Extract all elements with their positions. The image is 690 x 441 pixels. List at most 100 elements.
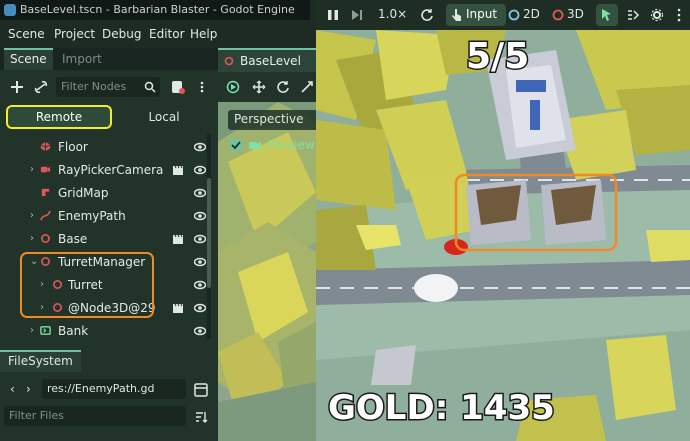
node3d-icon	[224, 56, 234, 66]
tree-label: EnemyPath	[58, 209, 126, 223]
filesystem-path-field[interactable]: res://EnemyPath.gd	[42, 379, 186, 399]
mode-3d-button[interactable]: 3D	[567, 7, 584, 21]
wave-counter: 5/5	[464, 35, 530, 79]
local-button[interactable]: Local	[116, 105, 212, 129]
reset-icon[interactable]	[420, 8, 434, 22]
remote-local-switch: Remote Local	[0, 103, 218, 131]
menu-help[interactable]: Help	[190, 27, 217, 41]
remote-button[interactable]: Remote	[6, 105, 112, 129]
eye-icon[interactable]	[194, 279, 206, 291]
scene-tree: Floor › RayPickerCamera GridMap › EnemyP…	[0, 134, 208, 344]
camera-icon	[249, 142, 261, 150]
list-select-icon[interactable]	[626, 8, 640, 22]
chevron-right-icon[interactable]: ›	[30, 164, 34, 175]
eye-icon[interactable]	[194, 141, 206, 153]
filesystem-dock: FileSystem ‹ › res://EnemyPath.gd Filter…	[0, 350, 218, 441]
eye-icon[interactable]	[194, 325, 206, 337]
eye-icon[interactable]	[194, 233, 206, 245]
back-arrow-icon[interactable]: ‹	[10, 382, 15, 396]
label-icon	[40, 326, 51, 335]
eye-icon[interactable]	[194, 302, 206, 314]
editor-scene-render	[218, 102, 316, 441]
tree-label: RayPickerCamera	[58, 163, 164, 177]
gridmap-icon	[41, 188, 50, 197]
title-bar: BaseLevel.tscn - Barbarian Blaster - God…	[0, 0, 310, 20]
path-icon	[40, 210, 51, 221]
sort-icon[interactable]	[194, 410, 208, 424]
tab-scene[interactable]: Scene	[4, 48, 53, 70]
next-frame-icon[interactable]	[350, 8, 364, 22]
scene-tree-scroll-thumb[interactable]	[207, 178, 211, 288]
chevron-right-icon[interactable]: ›	[30, 325, 34, 336]
menu-bar: Scene Project Debug Editor Help	[0, 22, 310, 48]
menu-scene[interactable]: Scene	[8, 27, 45, 41]
link-icon[interactable]	[34, 80, 48, 94]
scene-toolbar: Filter Nodes	[0, 74, 218, 100]
input-label: Input	[466, 7, 498, 21]
turretmanager-highlight	[20, 252, 154, 318]
select-tool-button[interactable]	[596, 4, 618, 26]
eye-icon[interactable]	[194, 210, 206, 222]
check-icon	[231, 141, 241, 150]
tab-import[interactable]: Import	[56, 48, 108, 70]
kebab-menu-icon[interactable]	[196, 81, 208, 93]
game-toolbar: 1.0× Input 2D 3D	[316, 0, 690, 30]
clapperboard-icon[interactable]	[172, 233, 184, 245]
tree-label: Base	[58, 232, 88, 246]
zoom-level[interactable]: 1.0×	[378, 7, 407, 21]
menu-debug[interactable]: Debug	[102, 27, 141, 41]
gear-icon[interactable]	[650, 8, 664, 22]
chevron-right-icon[interactable]: ›	[30, 233, 34, 244]
tree-row-floor[interactable]: Floor	[0, 136, 208, 159]
3d-icon	[552, 9, 564, 21]
move-icon[interactable]	[252, 80, 266, 94]
window-title: BaseLevel.tscn - Barbarian Blaster - God…	[20, 3, 295, 16]
eye-icon[interactable]	[194, 187, 206, 199]
tree-row-base[interactable]: › Base	[0, 228, 208, 251]
editor-3d-viewport[interactable]: Perspective Preview	[218, 102, 316, 441]
split-view-icon[interactable]	[194, 383, 208, 397]
input-toggle-button[interactable]: Input	[446, 4, 506, 26]
kebab-menu-icon[interactable]	[672, 8, 686, 22]
tab-baselevel-label: BaseLevel	[240, 54, 301, 68]
scale-icon[interactable]	[300, 80, 314, 94]
menu-project[interactable]: Project	[54, 27, 95, 41]
eye-icon[interactable]	[194, 164, 206, 176]
perspective-button[interactable]: Perspective	[228, 110, 316, 130]
tree-row-enemypath[interactable]: › EnemyPath	[0, 205, 208, 228]
search-icon	[144, 81, 156, 93]
preview-label: Preview	[268, 138, 315, 152]
clapperboard-icon[interactable]	[172, 164, 184, 176]
tab-filesystem[interactable]: FileSystem	[0, 350, 81, 372]
tree-label: Floor	[58, 140, 88, 154]
rotate-icon[interactable]	[276, 80, 290, 94]
tree-row-bank[interactable]: › Bank	[0, 320, 208, 343]
game-viewport[interactable]: 5/5 GOLD: 1435	[316, 30, 690, 441]
pointer-icon	[452, 9, 461, 21]
game-scene-render	[316, 30, 690, 441]
select-mode-icon[interactable]	[226, 80, 240, 94]
node3d-icon	[41, 234, 50, 243]
cursor-icon	[602, 9, 611, 21]
menu-editor[interactable]: Editor	[149, 27, 185, 41]
filter-files-input[interactable]: Filter Files	[4, 406, 186, 426]
chevron-right-icon[interactable]: ›	[30, 210, 34, 221]
mesh-icon	[40, 141, 51, 152]
add-node-icon[interactable]	[10, 80, 24, 94]
clapperboard-icon[interactable]	[172, 302, 184, 314]
tree-label: GridMap	[58, 186, 109, 200]
preview-checkbox[interactable]	[230, 139, 242, 151]
godot-logo-icon	[4, 4, 16, 16]
2d-icon	[508, 9, 520, 21]
tree-row-raypickercamera[interactable]: › RayPickerCamera	[0, 159, 208, 182]
tree-row-gridmap[interactable]: GridMap	[0, 182, 208, 205]
camera-icon	[40, 166, 51, 173]
gold-counter: GOLD: 1435	[327, 387, 557, 430]
forward-arrow-icon[interactable]: ›	[26, 382, 31, 396]
scene-dock-tabs: Scene Import	[0, 48, 218, 70]
mode-2d-button[interactable]: 2D	[523, 7, 540, 21]
script-icon[interactable]	[170, 79, 186, 95]
tab-baselevel[interactable]: BaseLevel	[218, 48, 316, 72]
eye-icon[interactable]	[194, 256, 206, 268]
pause-icon[interactable]	[326, 8, 340, 22]
